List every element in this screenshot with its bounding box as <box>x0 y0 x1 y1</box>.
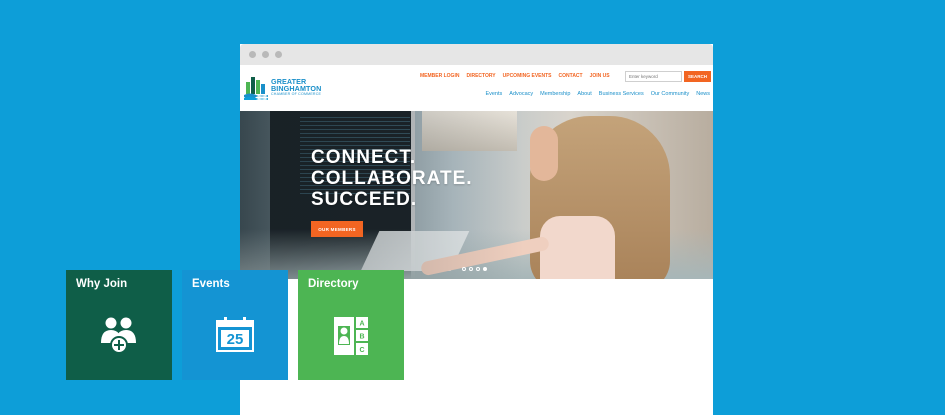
tile-why-join-title: Why Join <box>76 278 128 290</box>
site-header: GREATER BINGHAMTON CHAMBER OF COMMERCE M… <box>240 65 713 111</box>
carousel-dot-1[interactable] <box>462 267 466 271</box>
hero-line-connect: CONNECT. <box>311 147 417 168</box>
hero-headline: CONNECT. COLLABORATE. SUCCEED. <box>311 147 473 210</box>
nav-advocacy[interactable]: Advocacy <box>509 91 533 97</box>
search-button[interactable]: SEARCH <box>684 71 711 82</box>
topnav-join-us[interactable]: JOIN US <box>590 73 610 79</box>
topnav-contact[interactable]: CONTACT <box>559 73 583 79</box>
logo-line-3: CHAMBER OF COMMERCE <box>271 91 322 96</box>
our-members-button[interactable]: OUR MEMBERS <box>311 221 363 237</box>
nav-our-community[interactable]: Our Community <box>651 91 690 97</box>
calendar-icon-number: 25 <box>227 331 244 348</box>
hero-banner: CONNECT. COLLABORATE. SUCCEED. OUR MEMBE… <box>240 111 713 279</box>
chamber-logo[interactable]: GREATER BINGHAMTON CHAMBER OF COMMERCE <box>244 74 321 100</box>
hero-line-succeed: SUCCEED. <box>311 189 418 210</box>
search-form: SEARCH <box>625 71 711 82</box>
directory-icon: A B C <box>334 317 368 355</box>
feature-tiles: Why Join Events 25 Directory A B C <box>66 270 404 380</box>
browser-chrome <box>240 44 713 65</box>
topnav-directory[interactable]: DIRECTORY <box>466 73 495 79</box>
topnav-member-login[interactable]: MEMBER LOGIN <box>420 73 459 79</box>
tile-why-join[interactable]: Why Join <box>66 270 172 380</box>
hero-line-collaborate: COLLABORATE. <box>311 168 473 189</box>
nav-about[interactable]: About <box>577 91 591 97</box>
tile-directory[interactable]: Directory A B C <box>298 270 404 380</box>
directory-letter-b: B <box>359 334 364 341</box>
carousel-dots <box>462 267 487 271</box>
topnav-upcoming-events[interactable]: UPCOMING EVENTS <box>503 73 552 79</box>
calendar-icon: 25 <box>216 317 254 352</box>
main-nav: Events Advocacy Membership About Busines… <box>485 91 710 97</box>
nav-news[interactable]: News <box>696 91 710 97</box>
tile-events-title: Events <box>192 278 230 290</box>
directory-letter-a: A <box>359 321 364 328</box>
tile-directory-title: Directory <box>308 278 359 290</box>
logo-line-2: BINGHAMTON <box>271 83 322 93</box>
skyline-logo-icon <box>244 77 268 100</box>
tile-events[interactable]: Events 25 <box>182 270 288 380</box>
nav-membership[interactable]: Membership <box>540 91 570 97</box>
window-dot-minimize[interactable] <box>262 51 269 58</box>
carousel-dot-3[interactable] <box>476 267 480 271</box>
window-dot-maximize[interactable] <box>275 51 282 58</box>
utility-nav: MEMBER LOGIN DIRECTORY UPCOMING EVENTS C… <box>420 73 610 79</box>
people-add-icon <box>101 317 136 354</box>
carousel-dot-2[interactable] <box>469 267 473 271</box>
directory-letter-c: C <box>359 347 364 354</box>
window-dot-close[interactable] <box>249 51 256 58</box>
search-input[interactable] <box>625 71 682 82</box>
carousel-dot-4[interactable] <box>483 267 487 271</box>
nav-events[interactable]: Events <box>485 91 502 97</box>
nav-business-services[interactable]: Business Services <box>599 91 644 97</box>
